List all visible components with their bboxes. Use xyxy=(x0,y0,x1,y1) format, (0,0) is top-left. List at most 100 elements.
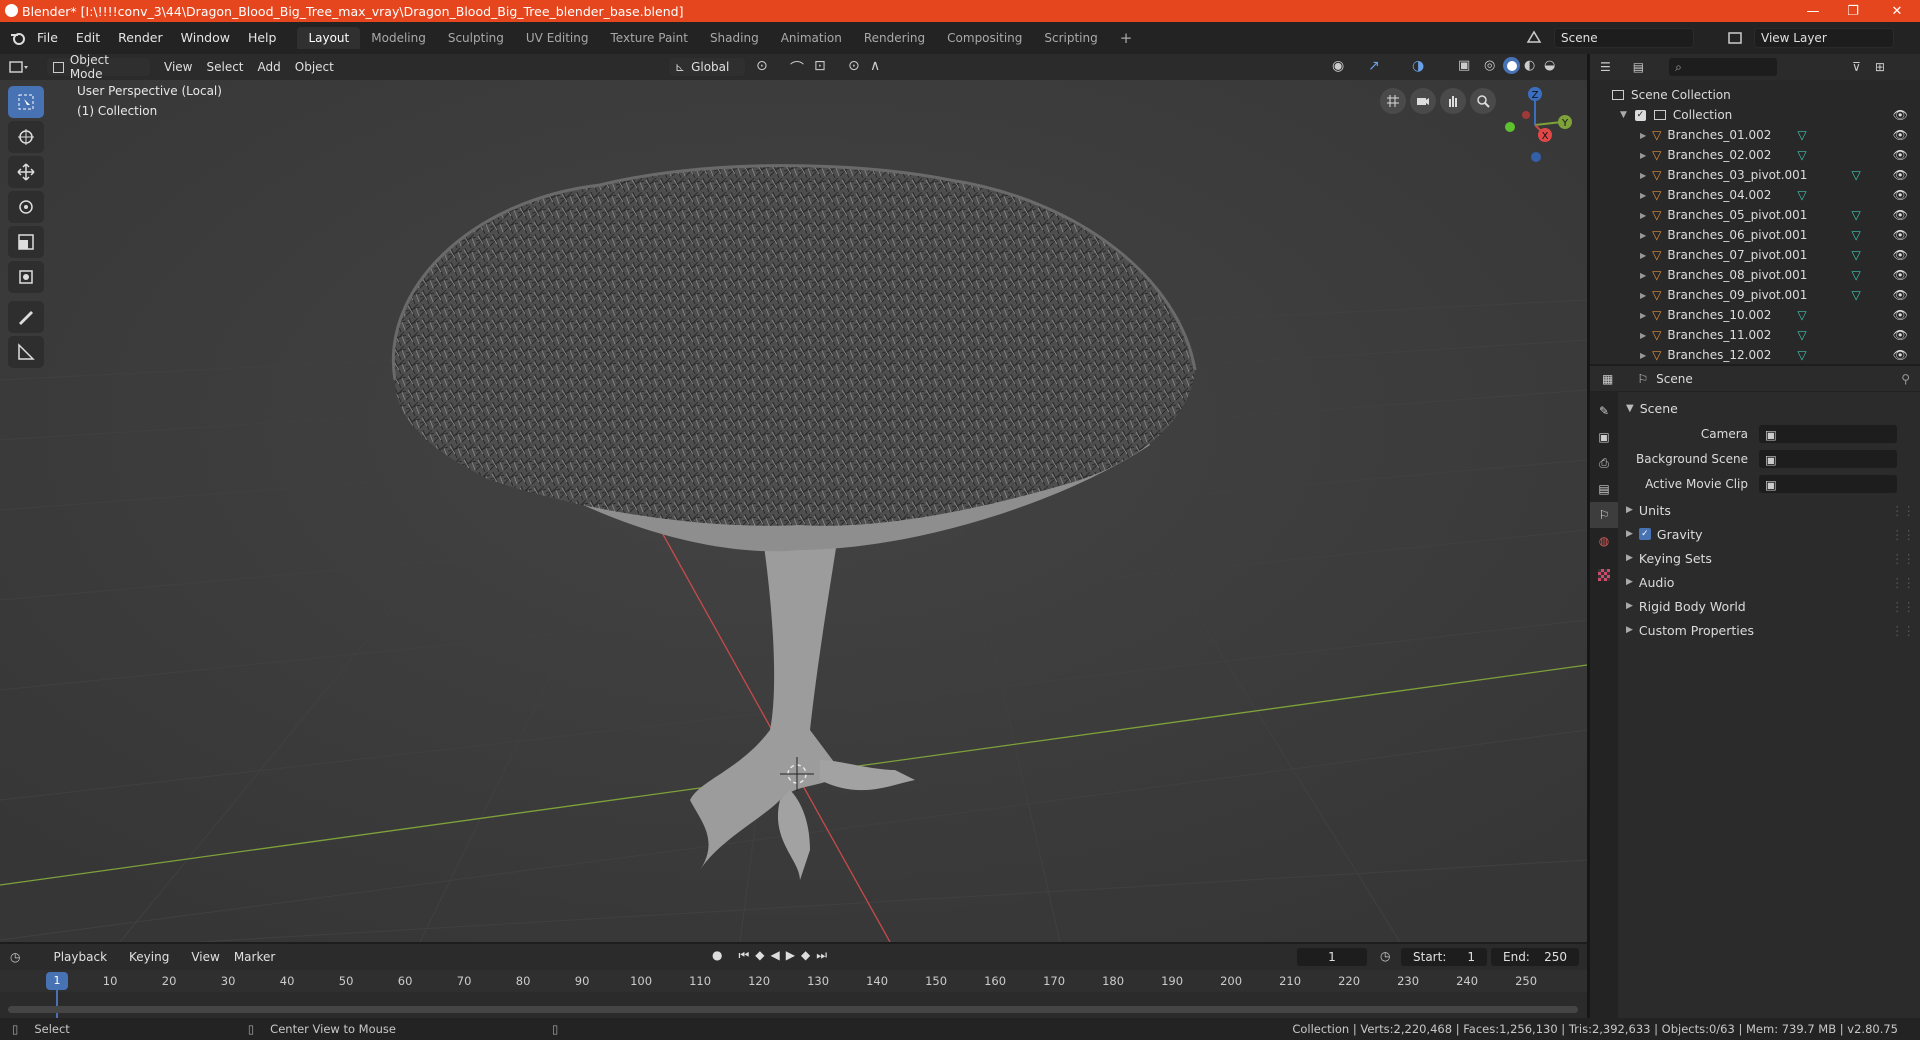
jump-end-icon[interactable]: ⏭ xyxy=(816,948,827,963)
editor-type-icon[interactable] xyxy=(8,57,38,77)
start-frame-field[interactable]: Start: 1 xyxy=(1400,947,1488,967)
3d-viewport[interactable]: User Perspective (Local) (1) Collection … xyxy=(0,80,1587,942)
drag-handle-icon[interactable]: ⋮⋮ xyxy=(1891,599,1915,614)
toggle-camera-grid-icon[interactable] xyxy=(1380,88,1406,114)
menu-view[interactable]: View xyxy=(157,57,199,77)
drag-handle-icon[interactable]: ⋮⋮ xyxy=(1891,503,1915,518)
falloff-icon[interactable]: ∧ xyxy=(870,58,880,74)
expand-arrow-icon[interactable]: ▶ xyxy=(1640,311,1646,320)
current-frame-field[interactable]: 1 xyxy=(1296,947,1368,967)
expand-arrow-icon[interactable]: ▶ xyxy=(1640,331,1646,340)
transform-orientation-dropdown[interactable]: ⊾ Global xyxy=(668,57,746,77)
pan-view-icon[interactable] xyxy=(1440,88,1466,114)
expand-arrow-icon[interactable]: ▶ xyxy=(1640,251,1646,260)
visibility-eye-icon[interactable]: 👁 xyxy=(1893,108,1908,122)
menu-add[interactable]: Add xyxy=(251,57,288,77)
expand-arrow-icon[interactable]: ▶ xyxy=(1640,351,1646,360)
gravity-checkbox[interactable]: ✓ xyxy=(1638,528,1651,540)
collapsible-section[interactable]: ▶ Keying Sets ⋮⋮ xyxy=(1618,546,1920,570)
pin-icon[interactable]: ⚲ xyxy=(1901,372,1910,386)
visibility-icon[interactable]: ◉ xyxy=(1332,58,1344,74)
expand-arrow-icon[interactable]: ▶ xyxy=(1640,231,1646,240)
move-tool[interactable] xyxy=(8,156,44,188)
drag-handle-icon[interactable]: ⋮⋮ xyxy=(1891,623,1915,638)
visibility-eye-icon[interactable]: 👁 xyxy=(1893,168,1908,182)
visibility-eye-icon[interactable]: 👁 xyxy=(1893,248,1908,262)
include-checkbox[interactable]: ✓ xyxy=(1634,109,1646,121)
tab-uv-editing[interactable]: UV Editing xyxy=(515,27,600,49)
outliner-collection[interactable]: ▼ ✓ Collection 👁 xyxy=(1590,105,1920,125)
rendered-shading-icon[interactable]: ◒ xyxy=(1544,58,1555,73)
preview-range-icon[interactable]: ◷ xyxy=(1380,949,1390,963)
view-layer-tab-icon[interactable]: ▤ xyxy=(1590,476,1618,502)
blender-menu-icon[interactable] xyxy=(8,28,28,48)
visibility-eye-icon[interactable]: 👁 xyxy=(1893,348,1908,362)
prev-keyframe-icon[interactable]: ◆ xyxy=(755,948,764,963)
outliner-object-row[interactable]: ▶ ▽ Branches_01.002 ▽ 👁 xyxy=(1590,125,1920,145)
timeline-area[interactable]: 1 10 20 30 40 50 60 70 80 90 100 110 120 130 140 150 160… xyxy=(0,970,1587,1018)
outliner-object-row[interactable]: ▶ ▽ Branches_05_pivot.001 ▽ 👁 xyxy=(1590,205,1920,225)
world-tab-icon[interactable]: ◍ xyxy=(1590,528,1618,554)
menu-object[interactable]: Object xyxy=(288,57,341,77)
timeline-scrollbar[interactable] xyxy=(8,1006,1578,1013)
annotate-tool[interactable] xyxy=(8,301,44,333)
tab-layout[interactable]: Layout xyxy=(297,27,361,49)
outliner-object-row[interactable]: ▶ ▽ Branches_07_pivot.001 ▽ 👁 xyxy=(1590,245,1920,265)
playhead[interactable]: 1 xyxy=(46,972,68,990)
outliner-object-row[interactable]: ▶ ▽ Branches_10.002 ▽ 👁 xyxy=(1590,305,1920,325)
collapsible-section[interactable]: ▶ ✓ Gravity ⋮⋮ xyxy=(1618,522,1920,546)
outliner-object-row[interactable]: ▶ ▽ Branches_09_pivot.001 ▽ 👁 xyxy=(1590,285,1920,305)
menu-keying[interactable]: Keying xyxy=(122,947,176,967)
visibility-eye-icon[interactable]: 👁 xyxy=(1893,128,1908,142)
material-shading-icon[interactable]: ◐ xyxy=(1524,58,1535,73)
tab-compositing[interactable]: Compositing xyxy=(936,27,1033,49)
outliner-object-row[interactable]: ▶ ▽ Branches_11.002 ▽ 👁 xyxy=(1590,325,1920,345)
property-field[interactable]: ▣ xyxy=(1758,474,1898,494)
expand-arrow-icon[interactable]: ▶ xyxy=(1640,291,1646,300)
visibility-eye-icon[interactable]: 👁 xyxy=(1893,328,1908,342)
pivot-point-icon[interactable]: ⊙ xyxy=(756,58,768,74)
select-box-tool[interactable] xyxy=(8,86,44,118)
scene-panel-header[interactable]: ▼ Scene xyxy=(1618,396,1920,420)
transform-tool[interactable] xyxy=(8,261,44,293)
scene-name-field[interactable]: Scene xyxy=(1554,28,1694,48)
gizmo-neg-y-icon[interactable] xyxy=(1505,122,1515,132)
end-frame-field[interactable]: End: 250 xyxy=(1490,947,1580,967)
menu-playback[interactable]: Playback xyxy=(46,947,114,967)
expand-arrow-icon[interactable]: ▶ xyxy=(1640,191,1646,200)
expand-arrow-icon[interactable]: ▶ xyxy=(1640,271,1646,280)
outliner-object-row[interactable]: ▶ ▽ Branches_08_pivot.001 ▽ 👁 xyxy=(1590,265,1920,285)
drag-handle-icon[interactable]: ⋮⋮ xyxy=(1891,527,1915,542)
property-field[interactable]: ▣ xyxy=(1758,424,1898,444)
menu-render[interactable]: Render xyxy=(109,27,172,49)
frame-ruler[interactable]: 1 10 20 30 40 50 60 70 80 90 100 110 120 130 140 150 160… xyxy=(0,970,1587,1018)
collapsible-section[interactable]: ▶ Units ⋮⋮ xyxy=(1618,498,1920,522)
drag-handle-icon[interactable]: ⋮⋮ xyxy=(1891,551,1915,566)
snap-icon[interactable]: ⌒ xyxy=(790,58,804,78)
visibility-eye-icon[interactable]: 👁 xyxy=(1893,268,1908,282)
close-button[interactable]: ✕ xyxy=(1874,0,1920,22)
expand-arrow-icon[interactable]: ▶ xyxy=(1640,171,1646,180)
menu-marker[interactable]: Marker xyxy=(227,947,282,967)
outliner-object-row[interactable]: ▶ ▽ Branches_04.002 ▽ 👁 xyxy=(1590,185,1920,205)
property-field[interactable]: ▣ xyxy=(1758,449,1898,469)
rotate-tool[interactable] xyxy=(8,191,44,223)
outliner-object-row[interactable]: ▶ ▽ Branches_12.002 ▽ 👁 xyxy=(1590,345,1920,365)
collapsible-section[interactable]: ▶ Rigid Body World ⋮⋮ xyxy=(1618,594,1920,618)
filter-icon[interactable]: ⊽ xyxy=(1852,60,1861,74)
mode-dropdown[interactable]: Object Mode xyxy=(46,53,151,81)
collapse-arrow-icon[interactable]: ▼ xyxy=(1620,110,1627,120)
wireframe-shading-icon[interactable]: ◎ xyxy=(1484,58,1495,73)
visibility-eye-icon[interactable]: 👁 xyxy=(1893,208,1908,222)
menu-timeline-view[interactable]: View xyxy=(184,947,226,967)
new-collection-icon[interactable]: ⊞ xyxy=(1875,60,1885,74)
scale-tool[interactable] xyxy=(8,226,44,258)
menu-edit[interactable]: Edit xyxy=(67,27,109,49)
visibility-eye-icon[interactable]: 👁 xyxy=(1893,288,1908,302)
tab-texture-paint[interactable]: Texture Paint xyxy=(600,27,699,49)
outliner-object-row[interactable]: ▶ ▽ Branches_03_pivot.001 ▽ 👁 xyxy=(1590,165,1920,185)
gizmo-neg-z-icon[interactable] xyxy=(1531,152,1541,162)
tab-sculpting[interactable]: Sculpting xyxy=(437,27,515,49)
visibility-eye-icon[interactable]: 👁 xyxy=(1893,148,1908,162)
solid-shading-icon[interactable] xyxy=(1503,57,1520,74)
